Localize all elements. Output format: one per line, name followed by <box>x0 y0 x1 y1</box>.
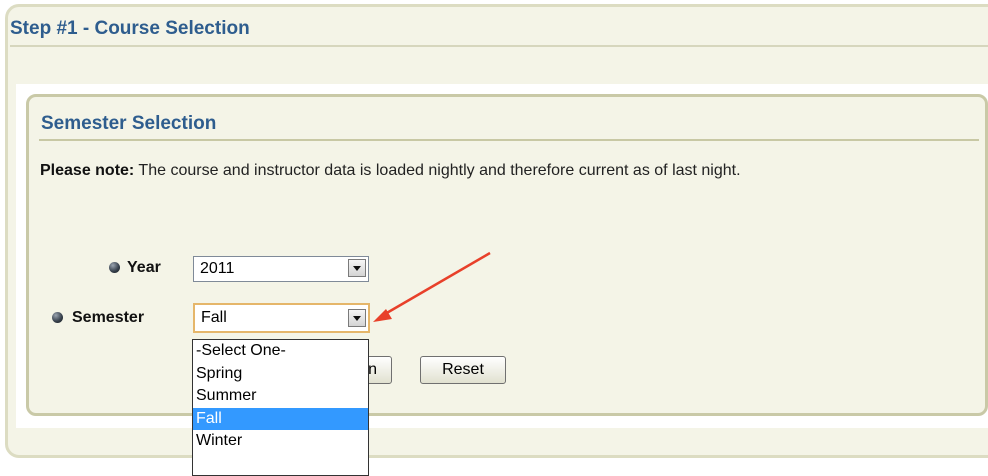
annotation-arrow-line <box>384 251 491 316</box>
red-arrow-annotation <box>373 251 491 322</box>
